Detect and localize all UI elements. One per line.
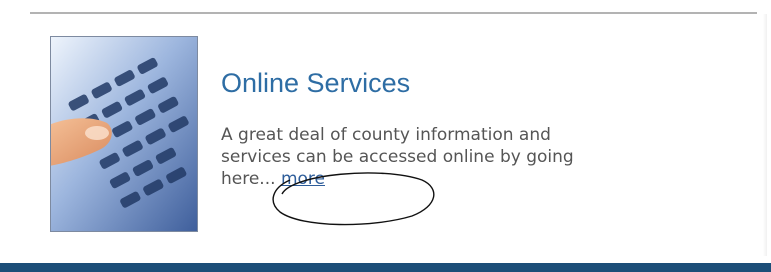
section-title[interactable]: Online Services (221, 68, 410, 99)
footer-bar (0, 263, 771, 272)
description: A great deal of county information and s… (221, 124, 721, 190)
more-link[interactable]: more (281, 169, 325, 189)
top-divider (30, 12, 757, 14)
description-line-2: services can be accessed online by going (221, 147, 574, 167)
panel-right-edge (763, 14, 767, 256)
description-line-3-text: here... (221, 169, 276, 189)
description-line-3: here... more (221, 168, 721, 190)
keypad-phone-photo-icon[interactable] (50, 36, 198, 232)
description-line-1: A great deal of county information and (221, 125, 551, 145)
